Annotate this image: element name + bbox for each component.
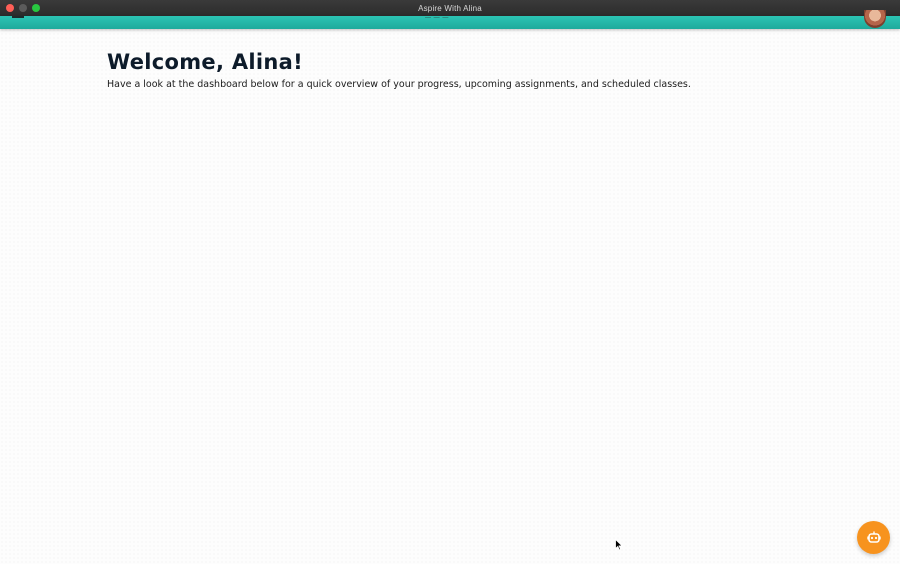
window-controls — [6, 4, 40, 12]
close-window-button[interactable] — [6, 4, 14, 12]
menu-icon[interactable] — [12, 16, 24, 18]
chat-assistant-button[interactable] — [857, 521, 890, 554]
window-titlebar: Aspire With Alina — [0, 0, 900, 16]
dashboard-content: Welcome, Alina! Have a look at the dashb… — [107, 50, 691, 90]
page-title: Welcome, Alina! — [107, 50, 303, 74]
minimize-window-button[interactable] — [19, 4, 27, 12]
mouse-cursor-icon — [615, 539, 623, 551]
maximize-window-button[interactable] — [32, 4, 40, 12]
robot-icon — [866, 531, 881, 543]
page-intro: Have a look at the dashboard below for a… — [107, 79, 691, 90]
window-title: Aspire With Alina — [418, 3, 482, 13]
avatar[interactable] — [864, 10, 886, 28]
app-window: Aspire With Alina — — — Welcome, Alina! … — [0, 0, 900, 564]
header-nav[interactable]: — — — — [425, 15, 449, 21]
app-header: — — — — [0, 10, 900, 29]
